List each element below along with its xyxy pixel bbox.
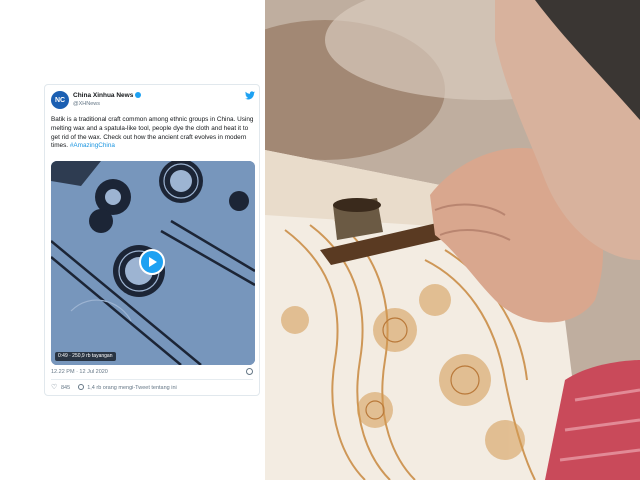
batik-photo-illustration	[265, 0, 640, 480]
person-icon	[78, 384, 85, 390]
verified-icon	[135, 92, 142, 99]
avatar[interactable]: NC	[51, 91, 69, 109]
heart-icon[interactable]: ♡	[51, 384, 58, 391]
account-name[interactable]: China Xinhua News	[73, 92, 142, 99]
info-icon[interactable]	[246, 368, 253, 375]
retweet-info[interactable]: 1,4 rb orang mengi-Tweet tentang ini	[87, 385, 177, 391]
twitter-icon[interactable]	[245, 91, 255, 100]
tweet-card[interactable]: NC China Xinhua News @XHNews Batik is a …	[44, 84, 260, 396]
tweet-header: NC China Xinhua News @XHNews	[51, 91, 255, 113]
divider	[51, 379, 253, 380]
tweet-footer: ♡ 845 1,4 rb orang mengi-Tweet tentang ini	[51, 384, 177, 391]
tweet-timestamp[interactable]: 12.22 PM · 12 Jul 2020	[51, 369, 108, 375]
like-count[interactable]: 845	[61, 385, 70, 391]
play-icon	[149, 257, 157, 267]
tweet-video[interactable]: 0:49 · 250,9 rb tayangan	[51, 161, 255, 365]
video-meta: 0:49 · 250,9 rb tayangan	[55, 352, 116, 361]
play-button[interactable]	[139, 249, 165, 275]
account-handle[interactable]: @XHNews	[73, 101, 100, 107]
tweet-text: Batik is a traditional craft common amon…	[51, 116, 257, 151]
account-name-text[interactable]: China Xinhua News	[73, 92, 133, 99]
batik-photo	[265, 0, 640, 480]
hashtag-link[interactable]: #AmazingChina	[70, 142, 115, 149]
